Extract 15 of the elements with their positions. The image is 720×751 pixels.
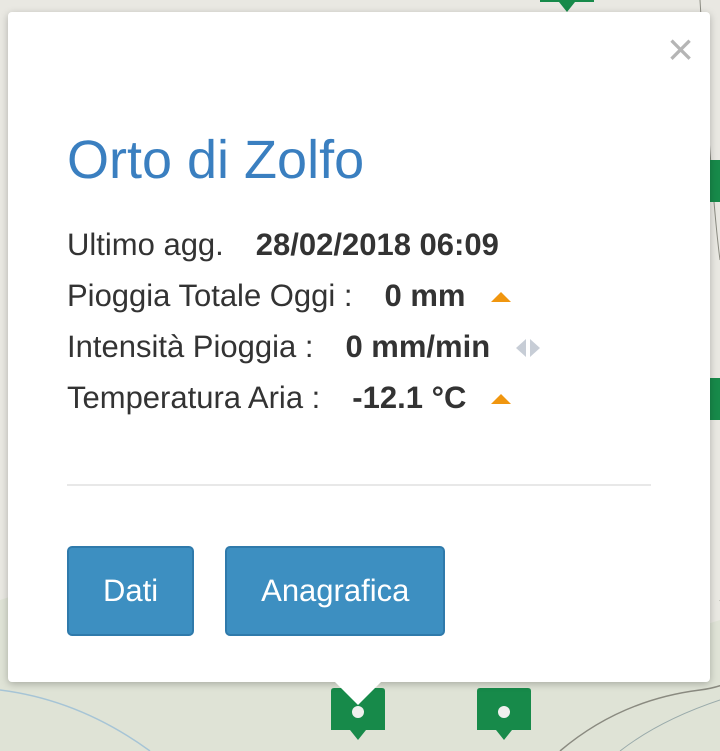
trend-up-icon	[490, 290, 512, 302]
trend-steady-icon	[514, 338, 542, 358]
action-button[interactable]: Anagrafica	[225, 546, 446, 636]
field-value: 28/02/2018 06:09	[256, 226, 499, 264]
popup-title: Orto di Zolfo	[67, 130, 366, 190]
field-label: Pioggia Totale Oggi :	[67, 277, 353, 316]
trend-up-icon	[490, 392, 512, 404]
field-value: 0 mm/min	[345, 328, 490, 366]
field-label: Intensità Pioggia :	[67, 328, 314, 366]
close-button[interactable]: ×	[667, 26, 694, 72]
field-label: Temperatura Aria :	[67, 379, 320, 418]
field-value: -12.1 °C	[352, 379, 466, 418]
field-label: Ultimo agg.	[67, 226, 224, 264]
field-value: 0 mm	[384, 277, 466, 316]
action-button[interactable]: Dati	[67, 546, 194, 636]
